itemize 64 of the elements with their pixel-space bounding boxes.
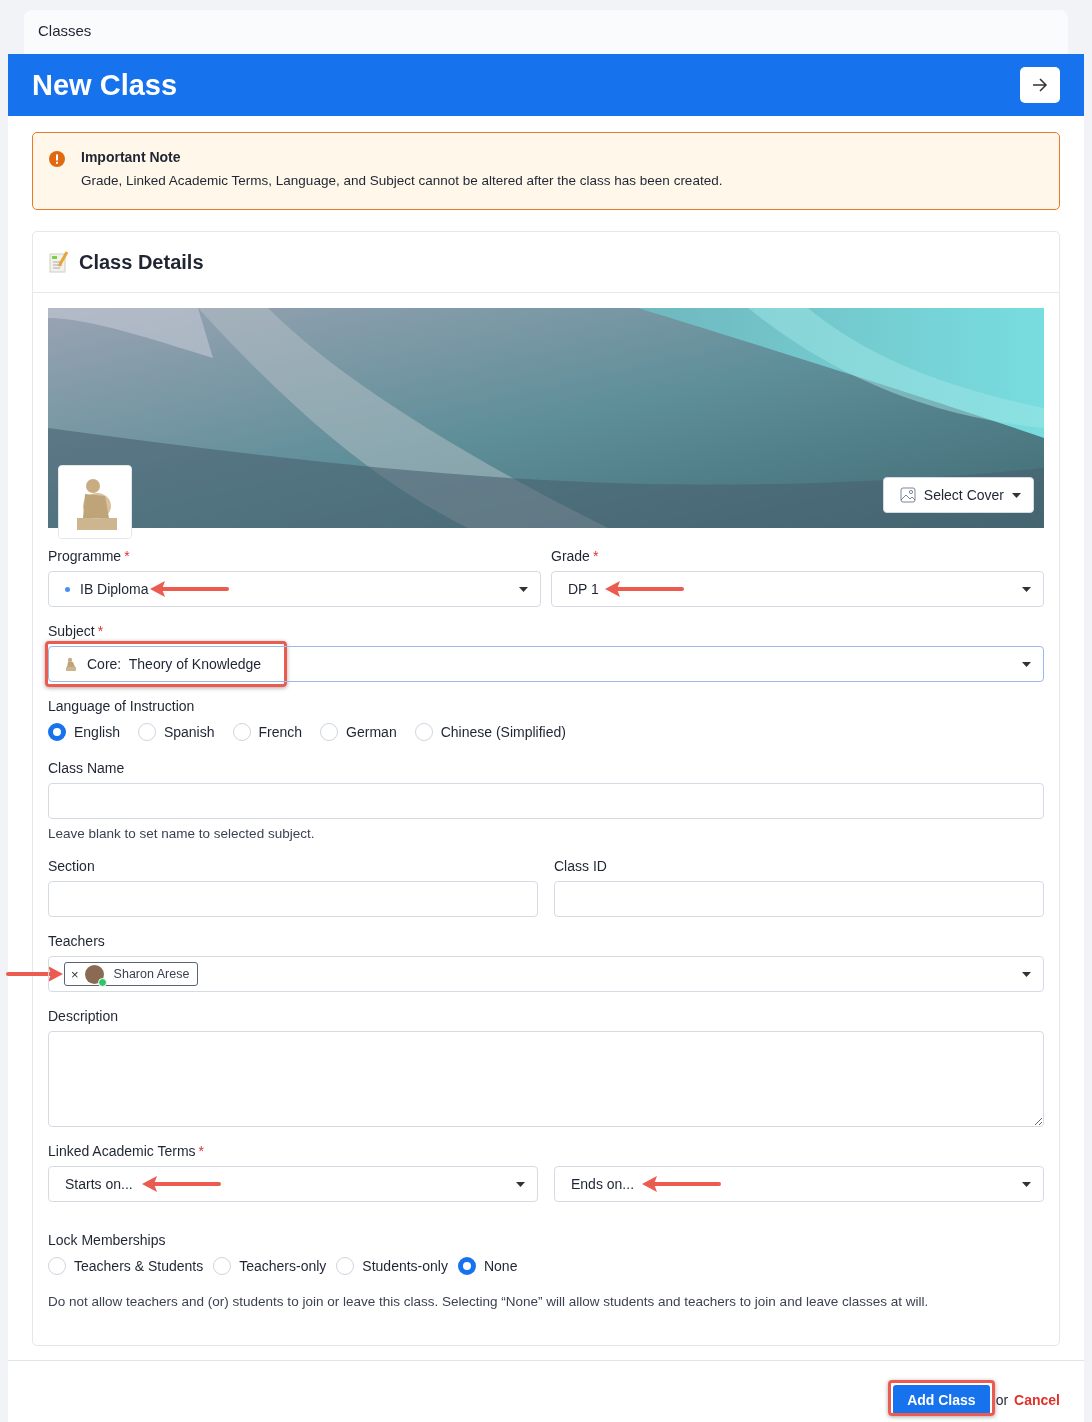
language-radio[interactable]: Spanish bbox=[137, 723, 215, 741]
help-text: Leave blank to set name to selected subject. bbox=[48, 826, 316, 841]
card-title: Class Details bbox=[79, 250, 204, 274]
language-radio[interactable]: Chinese (Simplified) bbox=[414, 723, 566, 741]
lock-radio[interactable]: Teachers & Students bbox=[48, 1257, 204, 1275]
subject-select[interactable]: Core: Theory of Knowledge bbox=[48, 646, 1044, 682]
language-radio[interactable]: German bbox=[320, 723, 397, 741]
field-label: Class Name bbox=[48, 760, 125, 776]
field-label: Section bbox=[48, 858, 95, 874]
select-value: Core: Theory of Knowledge bbox=[87, 656, 262, 672]
statue-icon bbox=[65, 657, 77, 671]
teachers-select[interactable]: × Sharon Arese bbox=[48, 956, 1044, 992]
required-asterisk: * bbox=[97, 623, 104, 639]
required-asterisk: * bbox=[592, 548, 599, 564]
lock-radio[interactable]: Teachers-only bbox=[213, 1257, 327, 1275]
arrow-right-button[interactable] bbox=[1020, 67, 1060, 103]
field-label: Language of Instruction bbox=[48, 698, 195, 714]
annotation-arrow bbox=[6, 965, 64, 983]
note-text: Grade, Linked Academic Terms, Language, and Subject cannot be altered after the class has been created. bbox=[81, 173, 724, 188]
field-label: Grade bbox=[551, 548, 590, 564]
lock-radio[interactable]: Students-only bbox=[336, 1257, 448, 1275]
caret-icon bbox=[1022, 586, 1031, 592]
programme-select[interactable]: IB Diploma bbox=[48, 571, 541, 607]
select-value: IB Diploma bbox=[80, 581, 149, 597]
description-field[interactable] bbox=[48, 1031, 1044, 1127]
or-text: or bbox=[995, 1391, 1009, 1410]
end-date-select[interactable]: Ends on... bbox=[554, 1166, 1044, 1202]
grade-select[interactable]: DP 1 bbox=[551, 571, 1044, 607]
caret-icon bbox=[1022, 971, 1031, 977]
field-label: Class ID bbox=[554, 858, 607, 874]
language-radio[interactable]: English bbox=[48, 723, 120, 741]
cancel-link[interactable]: Cancel bbox=[1014, 1385, 1060, 1415]
field-label: Lock Memberships bbox=[48, 1232, 166, 1248]
bullet-icon bbox=[65, 586, 70, 592]
select-placeholder: Starts on... bbox=[65, 1176, 133, 1192]
memo-icon bbox=[49, 251, 69, 273]
remove-button[interactable]: × bbox=[71, 966, 79, 982]
select-placeholder: Ends on... bbox=[571, 1176, 635, 1192]
page-title: New Class bbox=[32, 68, 178, 102]
caret-icon bbox=[1022, 1181, 1031, 1187]
breadcrumb: Classes bbox=[24, 10, 1068, 54]
field-label: Teachers bbox=[48, 933, 105, 949]
lock-radio[interactable]: None bbox=[457, 1257, 518, 1275]
field-label: Description bbox=[48, 1008, 119, 1024]
required-asterisk: * bbox=[124, 548, 130, 564]
language-radio[interactable]: French bbox=[232, 723, 303, 741]
field-label: Subject bbox=[48, 623, 95, 639]
field-label: Programme bbox=[48, 548, 122, 564]
select-value: DP 1 bbox=[568, 581, 599, 597]
alert-icon bbox=[49, 151, 65, 167]
arrow-right-icon bbox=[1032, 78, 1048, 92]
help-text: Do not allow teachers and (or) students to join or leave this class. Selecting “None” will allow students and teachers to join and leave classes at will. bbox=[48, 1294, 930, 1309]
caret-icon bbox=[519, 586, 528, 592]
add-class-button[interactable]: Add Class bbox=[893, 1385, 990, 1415]
note-title: Important Note bbox=[81, 149, 182, 165]
teacher-name: Sharon Arese bbox=[113, 967, 190, 981]
start-date-select[interactable]: Starts on... bbox=[48, 1166, 538, 1202]
field-label: Linked Academic Terms bbox=[48, 1143, 196, 1159]
class-name-field[interactable] bbox=[48, 783, 1044, 819]
required-asterisk: * bbox=[198, 1143, 205, 1159]
section-field[interactable] bbox=[48, 881, 538, 917]
caret-icon bbox=[1022, 661, 1031, 667]
caret-icon bbox=[516, 1181, 525, 1187]
class-id-field[interactable] bbox=[554, 881, 1044, 917]
